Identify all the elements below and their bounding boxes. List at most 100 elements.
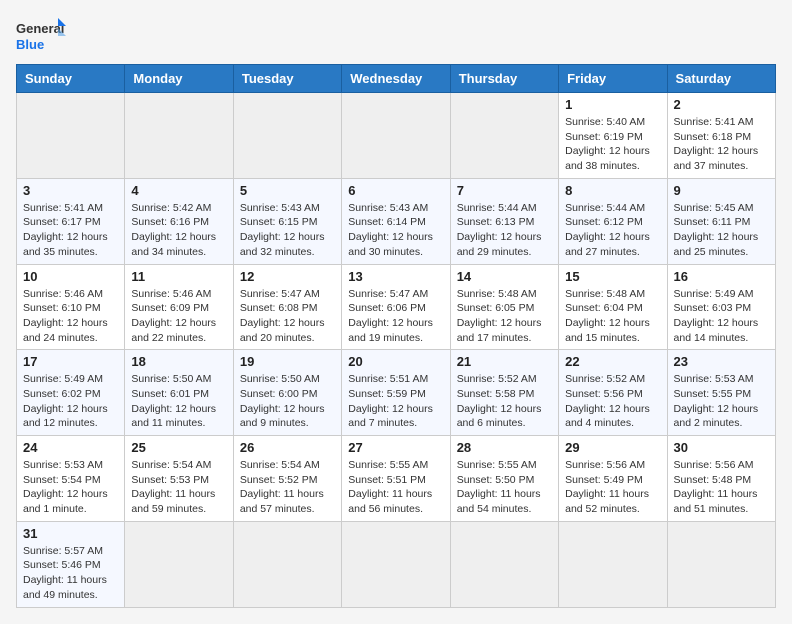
day-info: Sunrise: 5:52 AM Sunset: 5:58 PM Dayligh… bbox=[457, 372, 552, 431]
day-info: Sunrise: 5:50 AM Sunset: 6:01 PM Dayligh… bbox=[131, 372, 226, 431]
calendar-cell: 6Sunrise: 5:43 AM Sunset: 6:14 PM Daylig… bbox=[342, 178, 450, 264]
calendar-cell: 31 Sunrise: 5:57 AM Sunset: 5:46 PM Dayli… bbox=[17, 521, 125, 607]
calendar-cell: 24 Sunrise: 5:53 AM Sunset: 5:54 PM Dayli… bbox=[17, 436, 125, 522]
day-number: 31 bbox=[23, 526, 118, 541]
day-info: Sunrise: 5:41 AM Sunset: 6:18 PM Dayligh… bbox=[674, 115, 769, 174]
day-number: 26 bbox=[240, 440, 335, 455]
day-number: 22 bbox=[565, 354, 660, 369]
calendar-cell: 22Sunrise: 5:52 AM Sunset: 5:56 PM Dayli… bbox=[559, 350, 667, 436]
calendar-cell: 25Sunrise: 5:54 AM Sunset: 5:53 PM Dayli… bbox=[125, 436, 233, 522]
calendar-cell bbox=[450, 93, 558, 179]
calendar-cell: 14 Sunrise: 5:48 AM Sunset: 6:05 PM Dayli… bbox=[450, 264, 558, 350]
calendar-cell: 23 Sunrise: 5:53 AM Sunset: 5:55 PM Dayli… bbox=[667, 350, 775, 436]
calendar-cell: 20Sunrise: 5:51 AM Sunset: 5:59 PM Dayli… bbox=[342, 350, 450, 436]
day-info: Sunrise: 5:55 AM Sunset: 5:50 PM Dayligh… bbox=[457, 458, 552, 517]
day-number: 21 bbox=[457, 354, 552, 369]
day-info: Sunrise: 5:44 AM Sunset: 6:13 PM Dayligh… bbox=[457, 201, 552, 260]
calendar-cell bbox=[233, 93, 341, 179]
day-number: 29 bbox=[565, 440, 660, 455]
calendar-cell: 16 Sunrise: 5:49 AM Sunset: 6:03 PM Dayli… bbox=[667, 264, 775, 350]
day-info: Sunrise: 5:47 AM Sunset: 6:06 PM Dayligh… bbox=[348, 287, 443, 346]
day-info: Sunrise: 5:49 AM Sunset: 6:03 PM Dayligh… bbox=[674, 287, 769, 346]
calendar-cell bbox=[125, 93, 233, 179]
calendar-cell: 18 Sunrise: 5:50 AM Sunset: 6:01 PM Dayli… bbox=[125, 350, 233, 436]
calendar-cell bbox=[342, 93, 450, 179]
calendar-week-row: 3Sunrise: 5:41 AM Sunset: 6:17 PM Daylig… bbox=[17, 178, 776, 264]
day-number: 12 bbox=[240, 269, 335, 284]
day-number: 5 bbox=[240, 183, 335, 198]
header-friday: Friday bbox=[559, 65, 667, 93]
day-number: 28 bbox=[457, 440, 552, 455]
day-number: 1 bbox=[565, 97, 660, 112]
day-info: Sunrise: 5:40 AM Sunset: 6:19 PM Dayligh… bbox=[565, 115, 660, 174]
day-number: 14 bbox=[457, 269, 552, 284]
header-sunday: Sunday bbox=[17, 65, 125, 93]
calendar-header-row: Sunday Monday Tuesday Wednesday Thursday… bbox=[17, 65, 776, 93]
svg-text:Blue: Blue bbox=[16, 37, 44, 52]
day-number: 20 bbox=[348, 354, 443, 369]
calendar-cell: 2 Sunrise: 5:41 AM Sunset: 6:18 PM Daylig… bbox=[667, 93, 775, 179]
calendar-cell: 12 Sunrise: 5:47 AM Sunset: 6:08 PM Dayli… bbox=[233, 264, 341, 350]
calendar-cell: 1 Sunrise: 5:40 AM Sunset: 6:19 PM Daylig… bbox=[559, 93, 667, 179]
calendar-cell: 5 Sunrise: 5:43 AM Sunset: 6:15 PM Daylig… bbox=[233, 178, 341, 264]
day-info: Sunrise: 5:53 AM Sunset: 5:55 PM Dayligh… bbox=[674, 372, 769, 431]
calendar-table: Sunday Monday Tuesday Wednesday Thursday… bbox=[16, 64, 776, 608]
page-header: General Blue bbox=[16, 16, 776, 56]
calendar-cell: 4Sunrise: 5:42 AM Sunset: 6:16 PM Daylig… bbox=[125, 178, 233, 264]
calendar-cell bbox=[125, 521, 233, 607]
header-monday: Monday bbox=[125, 65, 233, 93]
logo: General Blue bbox=[16, 16, 66, 56]
calendar-cell bbox=[450, 521, 558, 607]
calendar-cell: 27 Sunrise: 5:55 AM Sunset: 5:51 PM Dayli… bbox=[342, 436, 450, 522]
calendar-cell: 21 Sunrise: 5:52 AM Sunset: 5:58 PM Dayli… bbox=[450, 350, 558, 436]
calendar-cell: 8Sunrise: 5:44 AM Sunset: 6:12 PM Daylig… bbox=[559, 178, 667, 264]
day-info: Sunrise: 5:57 AM Sunset: 5:46 PM Dayligh… bbox=[23, 544, 118, 603]
day-number: 8 bbox=[565, 183, 660, 198]
day-number: 2 bbox=[674, 97, 769, 112]
day-number: 19 bbox=[240, 354, 335, 369]
day-number: 7 bbox=[457, 183, 552, 198]
day-number: 18 bbox=[131, 354, 226, 369]
calendar-week-row: 10 Sunrise: 5:46 AM Sunset: 6:10 PM Dayli… bbox=[17, 264, 776, 350]
calendar-cell: 7 Sunrise: 5:44 AM Sunset: 6:13 PM Daylig… bbox=[450, 178, 558, 264]
calendar-week-row: 24 Sunrise: 5:53 AM Sunset: 5:54 PM Dayli… bbox=[17, 436, 776, 522]
calendar-week-row: 1 Sunrise: 5:40 AM Sunset: 6:19 PM Daylig… bbox=[17, 93, 776, 179]
day-number: 16 bbox=[674, 269, 769, 284]
calendar-cell: 15Sunrise: 5:48 AM Sunset: 6:04 PM Dayli… bbox=[559, 264, 667, 350]
day-info: Sunrise: 5:43 AM Sunset: 6:15 PM Dayligh… bbox=[240, 201, 335, 260]
day-number: 15 bbox=[565, 269, 660, 284]
header-thursday: Thursday bbox=[450, 65, 558, 93]
day-info: Sunrise: 5:56 AM Sunset: 5:48 PM Dayligh… bbox=[674, 458, 769, 517]
calendar-cell bbox=[233, 521, 341, 607]
day-number: 27 bbox=[348, 440, 443, 455]
day-info: Sunrise: 5:54 AM Sunset: 5:52 PM Dayligh… bbox=[240, 458, 335, 517]
day-number: 10 bbox=[23, 269, 118, 284]
calendar-cell: 3Sunrise: 5:41 AM Sunset: 6:17 PM Daylig… bbox=[17, 178, 125, 264]
day-info: Sunrise: 5:50 AM Sunset: 6:00 PM Dayligh… bbox=[240, 372, 335, 431]
header-tuesday: Tuesday bbox=[233, 65, 341, 93]
logo-svg: General Blue bbox=[16, 16, 66, 56]
day-number: 6 bbox=[348, 183, 443, 198]
calendar-cell: 29Sunrise: 5:56 AM Sunset: 5:49 PM Dayli… bbox=[559, 436, 667, 522]
calendar-cell: 30 Sunrise: 5:56 AM Sunset: 5:48 PM Dayli… bbox=[667, 436, 775, 522]
day-number: 4 bbox=[131, 183, 226, 198]
day-number: 23 bbox=[674, 354, 769, 369]
day-info: Sunrise: 5:55 AM Sunset: 5:51 PM Dayligh… bbox=[348, 458, 443, 517]
calendar-cell: 28 Sunrise: 5:55 AM Sunset: 5:50 PM Dayli… bbox=[450, 436, 558, 522]
day-info: Sunrise: 5:54 AM Sunset: 5:53 PM Dayligh… bbox=[131, 458, 226, 517]
day-info: Sunrise: 5:45 AM Sunset: 6:11 PM Dayligh… bbox=[674, 201, 769, 260]
calendar-cell: 9Sunrise: 5:45 AM Sunset: 6:11 PM Daylig… bbox=[667, 178, 775, 264]
header-saturday: Saturday bbox=[667, 65, 775, 93]
calendar-cell: 13Sunrise: 5:47 AM Sunset: 6:06 PM Dayli… bbox=[342, 264, 450, 350]
day-info: Sunrise: 5:46 AM Sunset: 6:09 PM Dayligh… bbox=[131, 287, 226, 346]
calendar-cell bbox=[667, 521, 775, 607]
day-info: Sunrise: 5:47 AM Sunset: 6:08 PM Dayligh… bbox=[240, 287, 335, 346]
day-info: Sunrise: 5:48 AM Sunset: 6:05 PM Dayligh… bbox=[457, 287, 552, 346]
day-number: 30 bbox=[674, 440, 769, 455]
day-number: 24 bbox=[23, 440, 118, 455]
calendar-cell: 17Sunrise: 5:49 AM Sunset: 6:02 PM Dayli… bbox=[17, 350, 125, 436]
day-info: Sunrise: 5:46 AM Sunset: 6:10 PM Dayligh… bbox=[23, 287, 118, 346]
day-number: 3 bbox=[23, 183, 118, 198]
day-info: Sunrise: 5:53 AM Sunset: 5:54 PM Dayligh… bbox=[23, 458, 118, 517]
calendar-week-row: 31 Sunrise: 5:57 AM Sunset: 5:46 PM Dayli… bbox=[17, 521, 776, 607]
